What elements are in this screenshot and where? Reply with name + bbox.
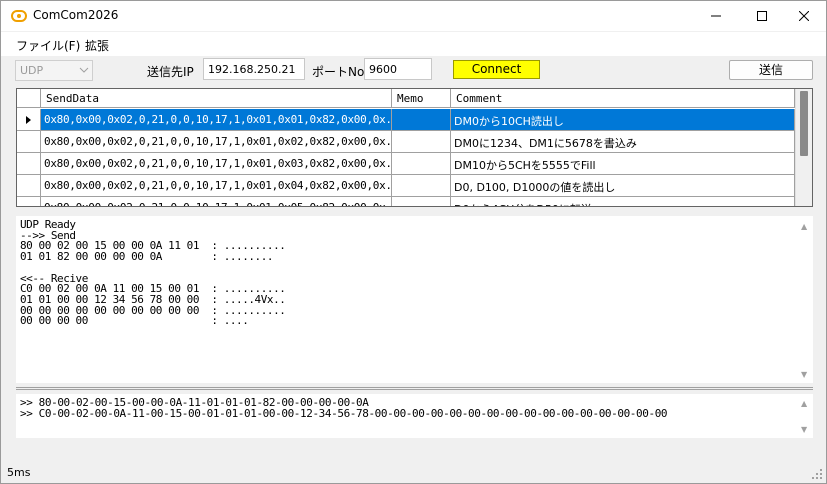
dest-ip-label: 送信先IP [147,65,194,79]
cell-comment[interactable]: D0から4CH分をD50に転送 [451,197,795,206]
close-button[interactable] [781,1,827,31]
row-header[interactable] [17,131,41,153]
cell-comment[interactable]: DM0に1234、DM1に5678を書込み [451,131,795,153]
history-scrollbar[interactable]: ▲ ▼ [796,394,813,438]
app-window: ComCom2026 ファイル(F) 拡張 UDP 送信先IP 192.168.… [0,0,827,484]
cell-senddata[interactable]: 0x80,0x00,0x02,0,21,0,0,10,17,1,0x01,0x0… [41,131,392,153]
cell-memo[interactable] [392,175,451,197]
row-header[interactable] [17,175,41,197]
grid-header: SendData Memo Comment [17,89,795,108]
status-text: 5ms [7,466,31,479]
scroll-up-icon[interactable]: ▲ [801,222,807,231]
minimize-icon [711,15,721,17]
table-row[interactable]: 0x80,0x00,0x02,0,21,0,0,10,17,1,0x01,0x0… [17,109,795,131]
table-row[interactable]: 0x80,0x00,0x02,0,21,0,0,10,17,1,0x01,0x0… [17,153,795,175]
maximize-icon [757,11,767,21]
cell-memo[interactable] [392,109,451,131]
row-header-corner [17,89,41,108]
minimize-button[interactable] [693,1,739,31]
column-header-memo[interactable]: Memo [392,89,451,108]
connect-button[interactable]: Connect [453,60,540,79]
port-label: ポートNo [312,65,365,79]
table-row[interactable]: 0x80,0x00,0x02,0,21,0,0,10,17,1,0x01,0x0… [17,175,795,197]
grid-scrollbar-thumb[interactable] [800,91,808,156]
row-header[interactable] [17,153,41,175]
send-button[interactable]: 送信 [729,60,813,80]
close-icon [799,11,809,21]
cell-memo[interactable] [392,197,451,206]
dest-ip-input[interactable]: 192.168.250.21 [203,58,305,80]
resize-grip-icon[interactable] [811,468,823,480]
send-data-grid[interactable]: SendData Memo Comment 0x80,0x00,0x02,0,2… [16,88,813,207]
cell-comment[interactable]: DM0から10CH読出し [451,109,795,131]
menu-extension[interactable]: 拡張 [85,37,109,54]
cell-comment[interactable]: D0, D100, D1000の値を読出し [451,175,795,197]
status-bar: 5ms [1,461,826,483]
cell-senddata[interactable]: 0x80,0x00,0x02,0,21,0,0,10,17,1,0x01,0x0… [41,153,392,175]
maximize-button[interactable] [739,1,785,31]
scroll-down-icon[interactable]: ▼ [801,370,807,379]
protocol-select[interactable]: UDP [15,60,93,81]
cell-memo[interactable] [392,153,451,175]
current-row-icon [26,116,31,124]
title-bar[interactable]: ComCom2026 [1,1,826,31]
splitter[interactable] [16,387,813,390]
table-row[interactable]: 0x80,0x00,0x02,0,21,0,0,10,17,1,0x01,0x0… [17,197,795,206]
row-header[interactable] [17,197,41,206]
cell-senddata[interactable]: 0x80,0x00,0x02,0,21,0,0,10,17,1,0x01,0x0… [41,109,392,131]
app-icon [11,10,27,22]
column-header-senddata[interactable]: SendData [41,89,392,108]
chevron-down-icon [79,67,89,73]
port-input[interactable]: 9600 [364,58,432,80]
history-log[interactable]: >> 80-00-02-00-15-00-00-0A-11-01-01-01-8… [16,394,813,438]
menu-bar: ファイル(F) 拡張 [1,32,826,56]
toolbar: UDP 送信先IP 192.168.250.21 ポートNo 9600 Conn… [1,56,826,84]
history-text: >> 80-00-02-00-15-00-00-0A-11-01-01-01-8… [20,397,668,420]
cell-senddata[interactable]: 0x80,0x00,0x02,0,21,0,0,10,17,1,0x01,0x0… [41,175,392,197]
cell-senddata[interactable]: 0x80,0x00,0x02,0,21,0,0,10,17,1,0x01,0x0… [41,197,392,206]
grid-scrollbar[interactable] [795,89,812,206]
log-scrollbar[interactable]: ▲ ▼ [796,216,813,383]
communication-log[interactable]: UDP Ready -->> Send 80 00 02 00 15 00 00… [16,216,813,383]
protocol-value: UDP [20,64,44,77]
row-header[interactable] [17,109,41,131]
window-title: ComCom2026 [33,8,119,22]
menu-file[interactable]: ファイル(F) [16,37,80,54]
scroll-up-icon[interactable]: ▲ [801,399,807,408]
table-row[interactable]: 0x80,0x00,0x02,0,21,0,0,10,17,1,0x01,0x0… [17,131,795,153]
cell-memo[interactable] [392,131,451,153]
scroll-down-icon[interactable]: ▼ [801,425,807,434]
history-line: >> C0-00-02-00-0A-11-00-15-00-01-01-01-0… [20,407,668,420]
column-header-comment[interactable]: Comment [451,89,795,108]
cell-comment[interactable]: DM10から5CHを5555でFill [451,153,795,175]
log-text: UDP Ready -->> Send 80 00 02 00 15 00 00… [20,218,286,328]
